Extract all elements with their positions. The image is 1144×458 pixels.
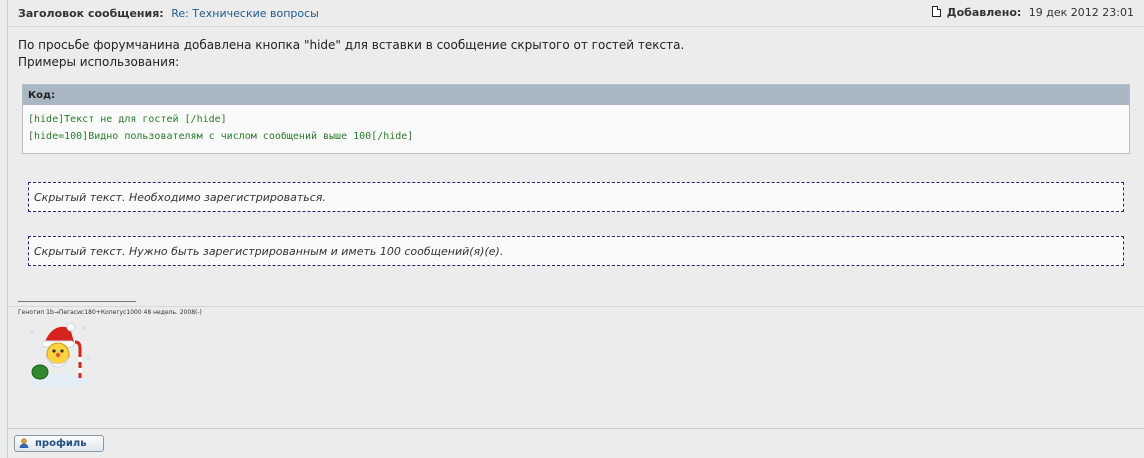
hidden-text-notice: Скрытый текст. Нужно быть зарегистрирова… [34, 245, 504, 258]
post-text-line: По просьбе форумчанина добавлена кнопка … [18, 38, 685, 52]
profile-icon [19, 438, 29, 448]
code-line: [hide=100]Видно пользователям с числом с… [28, 131, 414, 142]
hidden-text-notice: Скрытый текст. Необходимо зарегистрирова… [34, 191, 326, 204]
post-header: Заголовок сообщения: Re: Технические воп… [8, 0, 1144, 27]
added-value: 19 дек 2012 23:01 [1028, 6, 1134, 19]
code-block: Код: [hide]Текст не для гостей [/hide] [… [22, 84, 1130, 154]
code-content: [hide]Текст не для гостей [/hide] [hide=… [23, 105, 1129, 145]
post-text-line: Примеры использования: [18, 55, 180, 69]
signature-line [18, 301, 136, 302]
code-label: Код: [23, 85, 1129, 105]
post-body: По просьбе форумчанина добавлена кнопка … [18, 37, 684, 71]
subject-link[interactable]: Re: Технические вопросы [171, 7, 319, 20]
signature-separator [8, 306, 1144, 307]
post-date: Добавлено: 19 дек 2012 23:01 [932, 6, 1134, 19]
signature-text: Генотип 1b→Пегасис180+Копегус1000 48 нед… [18, 309, 202, 316]
santa-smiley-icon [28, 322, 90, 388]
hidden-text-block: Скрытый текст. Необходимо зарегистрирова… [28, 182, 1124, 212]
footer-separator [8, 428, 1144, 429]
code-line: [hide]Текст не для гостей [/hide] [28, 114, 227, 125]
post-frame: Заголовок сообщения: Re: Технические воп… [7, 0, 1144, 458]
added-label: Добавлено: [946, 6, 1022, 19]
profile-label: профиль [35, 438, 87, 449]
subject-label: Заголовок сообщения: [18, 7, 164, 20]
post-icon[interactable] [932, 6, 942, 17]
profile-button[interactable]: профиль [14, 435, 104, 452]
post-subject: Заголовок сообщения: Re: Технические воп… [18, 7, 319, 20]
hidden-text-block: Скрытый текст. Нужно быть зарегистрирова… [28, 236, 1124, 266]
